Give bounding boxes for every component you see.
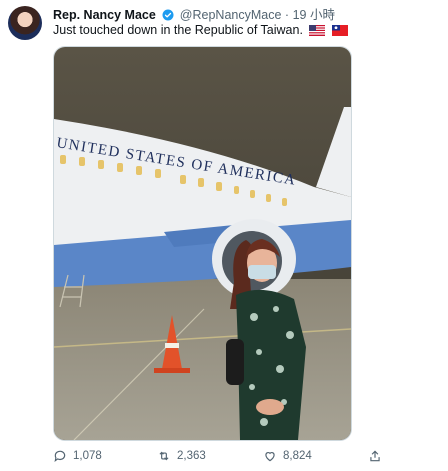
tweet-header: Rep. Nancy Mace @RepNancyMace · 19 小時 <box>53 4 335 22</box>
like-count: 8,824 <box>283 450 312 462</box>
separator-dot: · <box>284 8 290 22</box>
share-button[interactable] <box>368 449 382 463</box>
tweet-actions: 1,078 2,363 8,824 <box>53 449 393 467</box>
retweet-button[interactable]: 2,363 <box>157 449 206 463</box>
tweet-photo[interactable]: UNITED STATES OF AMERICA <box>53 46 352 441</box>
taiwan-flag-icon <box>331 25 348 36</box>
user-name[interactable]: Rep. Nancy Mace <box>53 8 156 22</box>
avatar[interactable] <box>8 6 42 40</box>
like-icon <box>265 452 275 462</box>
verified-badge-icon <box>162 9 174 21</box>
share-icon <box>370 450 380 462</box>
tweet-body: Just touched down in the Republic of Tai… <box>53 23 303 37</box>
like-button[interactable]: 8,824 <box>263 449 312 463</box>
reply-icon <box>54 450 66 463</box>
retweet-count: 2,363 <box>177 450 206 462</box>
timestamp[interactable]: 19 小時 <box>293 8 335 22</box>
reply-button[interactable]: 1,078 <box>53 449 102 463</box>
user-handle[interactable]: @RepNancyMace <box>180 8 282 22</box>
reply-count: 1,078 <box>73 450 102 462</box>
retweet-icon <box>159 451 169 461</box>
tweet-card: Rep. Nancy Mace @RepNancyMace · 19 小時 Ju… <box>0 0 448 471</box>
tweet-text: Just touched down in the Republic of Tai… <box>53 23 348 37</box>
us-flag-icon <box>309 25 326 36</box>
